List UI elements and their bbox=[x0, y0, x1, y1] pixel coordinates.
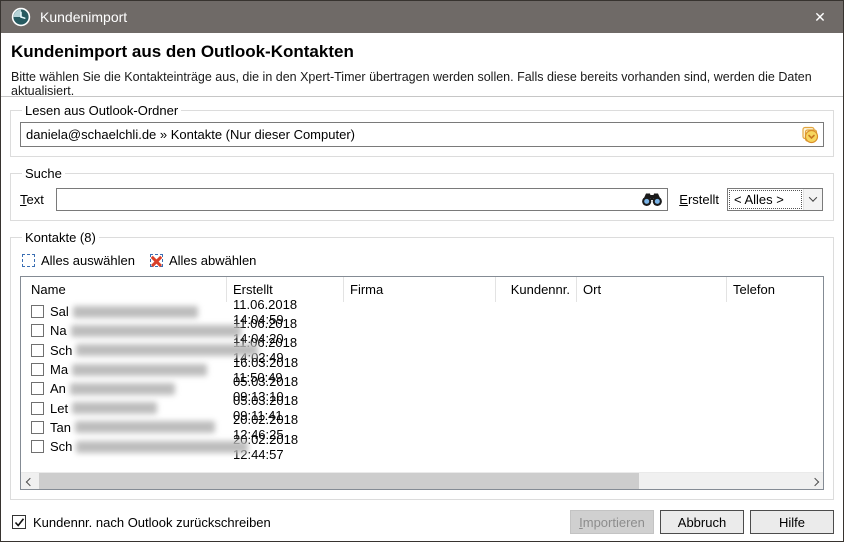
row-checkbox[interactable] bbox=[31, 382, 44, 395]
row-checkbox[interactable] bbox=[31, 305, 44, 318]
column-header-telefon[interactable]: Telefon bbox=[727, 277, 823, 302]
search-row: Text Erstellt < Alles > bbox=[20, 187, 824, 211]
writeback-label: Kundennr. nach Outlook zurückschreiben bbox=[33, 515, 271, 530]
row-checkbox[interactable] bbox=[31, 402, 44, 415]
red-x-checkbox-icon bbox=[150, 254, 163, 267]
outlook-icon[interactable] bbox=[800, 125, 820, 145]
dialog-content: Lesen aus Outlook-Ordner daniela@schaelc… bbox=[1, 97, 843, 500]
select-all-label: Alles auswählen bbox=[41, 253, 135, 268]
row-name-redacted bbox=[76, 344, 258, 356]
scroll-left-icon[interactable] bbox=[21, 473, 38, 490]
table-header: Name Erstellt Firma Kundennr. Ort Telefo… bbox=[21, 277, 823, 302]
search-input[interactable] bbox=[56, 188, 668, 211]
importieren-button[interactable]: Importieren bbox=[570, 510, 654, 534]
table-row[interactable]: An 05.03.2018 09:13:10 bbox=[21, 379, 823, 398]
row-name-cell: Ma bbox=[21, 362, 227, 377]
scroll-right-icon[interactable] bbox=[806, 473, 823, 490]
row-name-prefix: Na bbox=[50, 323, 67, 338]
erstellt-filter-dropdown[interactable]: < Alles > bbox=[727, 188, 823, 211]
row-name-redacted bbox=[72, 364, 207, 376]
contacts-group: Kontakte (8) Alles auswählen Alles abwäh… bbox=[10, 230, 834, 500]
window-title: Kundenimport bbox=[40, 9, 127, 25]
chevron-down-icon[interactable] bbox=[803, 189, 822, 210]
row-name-cell: Sch bbox=[21, 343, 227, 358]
page-title: Kundenimport aus den Outlook-Kontakten bbox=[11, 42, 831, 62]
column-header-firma[interactable]: Firma bbox=[344, 277, 496, 302]
row-name-redacted bbox=[76, 441, 248, 453]
writeback-checkbox[interactable] bbox=[12, 515, 26, 529]
table-row[interactable]: Na 11.06.2018 14:04:20 bbox=[21, 321, 823, 340]
abbruch-button[interactable]: Abbruch bbox=[660, 510, 744, 534]
table-row[interactable]: Tan 20.02.2018 12:46:25 bbox=[21, 418, 823, 437]
contacts-group-label: Kontakte (8) bbox=[22, 230, 99, 245]
binoculars-icon bbox=[641, 192, 663, 207]
row-checkbox[interactable] bbox=[31, 324, 44, 337]
dialog-header: Kundenimport aus den Outlook-Kontakten B… bbox=[1, 33, 843, 97]
outlook-folder-value: daniela@schaelchli.de » Kontakte (Nur di… bbox=[26, 127, 355, 142]
row-name-redacted bbox=[73, 306, 198, 318]
column-header-kundennr[interactable]: Kundennr. bbox=[496, 277, 577, 302]
row-name-prefix: Sch bbox=[50, 439, 72, 454]
outlook-folder-group: Lesen aus Outlook-Ordner daniela@schaelc… bbox=[10, 103, 834, 157]
title-bar: Kundenimport ✕ bbox=[1, 1, 843, 33]
column-header-ort[interactable]: Ort bbox=[577, 277, 727, 302]
hilfe-button[interactable]: Hilfe bbox=[750, 510, 834, 534]
deselect-all-label: Alles abwählen bbox=[169, 253, 256, 268]
row-name-redacted bbox=[70, 383, 175, 395]
table-row[interactable]: Let 05.03.2018 09:11:41 bbox=[21, 398, 823, 417]
footer-buttons: Importieren Abbruch Hilfe bbox=[570, 510, 834, 534]
erstellt-filter-value: < Alles > bbox=[734, 192, 784, 207]
deselect-all-button[interactable]: Alles abwählen bbox=[150, 253, 256, 268]
table-row[interactable]: Sal 11.06.2018 14:04:59 bbox=[21, 302, 823, 321]
row-name-prefix: Tan bbox=[50, 420, 71, 435]
row-name-redacted bbox=[72, 402, 157, 414]
row-checkbox[interactable] bbox=[31, 421, 44, 434]
writeback-checkbox-row[interactable]: Kundennr. nach Outlook zurückschreiben bbox=[12, 515, 271, 530]
table-row[interactable]: Sch 11.06.2018 14:02:49 bbox=[21, 341, 823, 360]
row-name-prefix: Sch bbox=[50, 343, 72, 358]
contacts-toolbar: Alles auswählen Alles abwählen bbox=[22, 248, 824, 273]
kundenimport-dialog: Kundenimport ✕ Kundenimport aus den Outl… bbox=[0, 0, 844, 542]
close-icon[interactable]: ✕ bbox=[797, 1, 843, 33]
table-row[interactable]: Ma 16.03.2018 11:50:49 bbox=[21, 360, 823, 379]
column-header-name[interactable]: Name bbox=[21, 277, 227, 302]
row-checkbox[interactable] bbox=[31, 440, 44, 453]
horizontal-scrollbar[interactable] bbox=[21, 472, 823, 489]
page-description: Bitte wählen Sie die Kontakteinträge aus… bbox=[11, 70, 831, 98]
empty-checkbox-icon bbox=[22, 254, 35, 267]
row-name-prefix: Ma bbox=[50, 362, 68, 377]
erstellt-filter-value-area: < Alles > bbox=[728, 189, 803, 210]
row-name-redacted bbox=[75, 421, 215, 433]
row-name-cell: Sch bbox=[21, 439, 227, 454]
row-name-cell: Tan bbox=[21, 420, 227, 435]
table-row[interactable]: Sch 20.02.2018 12:44:57 bbox=[21, 437, 823, 456]
row-name-cell: Let bbox=[21, 401, 227, 416]
row-checkbox[interactable] bbox=[31, 363, 44, 376]
erstellt-label: Erstellt bbox=[679, 192, 719, 207]
xpert-timer-clock-icon bbox=[11, 7, 31, 27]
text-label: Text bbox=[20, 192, 56, 207]
scrollbar-thumb[interactable] bbox=[39, 473, 639, 490]
checkmark-icon bbox=[14, 517, 25, 528]
row-name-cell: An bbox=[21, 381, 227, 396]
search-group: Suche Text Erstellt bbox=[10, 166, 834, 221]
row-name-redacted bbox=[71, 325, 241, 337]
contacts-table: Name Erstellt Firma Kundennr. Ort Telefo… bbox=[20, 276, 824, 490]
row-name-prefix: An bbox=[50, 381, 66, 396]
search-group-label: Suche bbox=[22, 166, 65, 181]
outlook-folder-input[interactable]: daniela@schaelchli.de » Kontakte (Nur di… bbox=[20, 122, 824, 147]
row-name-cell: Na bbox=[21, 323, 227, 338]
row-name-prefix: Let bbox=[50, 401, 68, 416]
row-name-prefix: Sal bbox=[50, 304, 69, 319]
dialog-footer: Kundennr. nach Outlook zurückschreiben I… bbox=[1, 500, 843, 542]
select-all-button[interactable]: Alles auswählen bbox=[22, 253, 135, 268]
row-checkbox[interactable] bbox=[31, 344, 44, 357]
row-name-cell: Sal bbox=[21, 304, 227, 319]
outlook-folder-group-label: Lesen aus Outlook-Ordner bbox=[22, 103, 181, 118]
table-body: Sal 11.06.2018 14:04:59 Na 11.06.2018 14… bbox=[21, 302, 823, 489]
